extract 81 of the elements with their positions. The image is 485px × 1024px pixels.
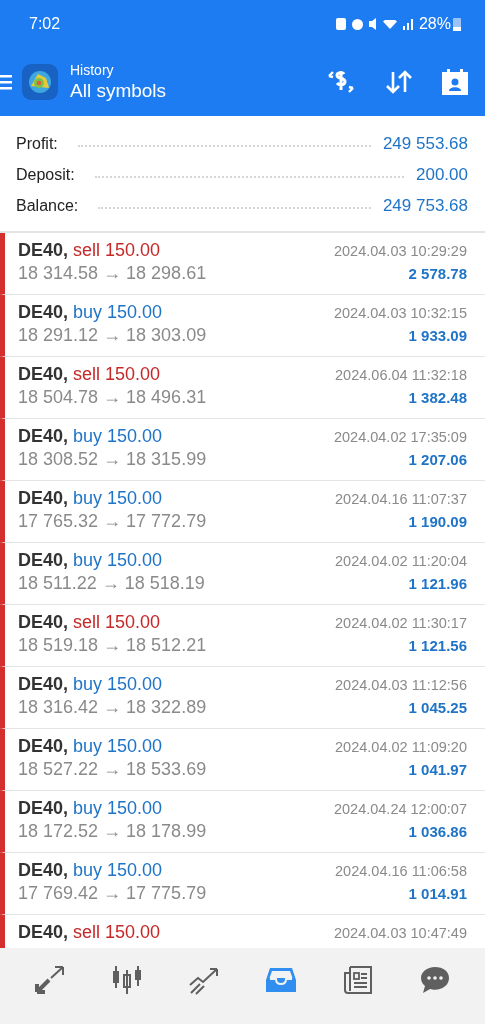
deal-action: sell 150.00 <box>73 364 161 384</box>
deal-action: buy 150.00 <box>73 426 163 446</box>
summary-value: 249 553.68 <box>382 133 468 154</box>
deal-time: 2024.04.02 11:30:17 <box>335 614 467 631</box>
deal-time: 2024.04.03 10:47:49 <box>333 924 467 941</box>
chat-bubble-icon[interactable] <box>419 966 450 994</box>
alarm-icon <box>351 18 363 30</box>
wifi-icon <box>382 19 397 29</box>
deal-prices: 18 172.52 → 18 178.99 <box>18 821 208 842</box>
deal-symbol: DE40, <box>18 488 69 508</box>
signal-icon <box>402 18 413 30</box>
app-logo-icon <box>22 64 58 100</box>
screen-subtitle: History <box>70 62 115 78</box>
deal-profit: 1 933.09 <box>407 327 467 344</box>
deal-symbol: DE40, <box>18 426 69 446</box>
deal-action: buy 150.00 <box>73 736 163 756</box>
deal-symbol: DE40, <box>18 674 69 694</box>
deal-profit: 1 014.91 <box>407 885 467 902</box>
deal-symbol: DE40, <box>18 612 69 632</box>
deal-action: buy 150.00 <box>73 798 163 818</box>
deal-time: 2024.04.24 12:00:07 <box>333 800 467 817</box>
deal-action: buy 150.00 <box>73 860 163 880</box>
summary-value: 249 753.68 <box>382 195 468 216</box>
inbox-tray-icon[interactable] <box>265 966 296 994</box>
menu-icon[interactable] <box>0 72 12 92</box>
newspaper-icon[interactable] <box>342 965 373 995</box>
summary-value: 200.00 <box>416 164 468 185</box>
deal-symbol: DE40, <box>18 302 69 322</box>
notification-icon <box>335 18 346 30</box>
deal-action: sell 150.00 <box>73 612 161 632</box>
deal-symbol: DE40, <box>18 798 69 818</box>
deal-profit: 1 382.48 <box>407 389 467 406</box>
deal-time: 2024.04.02 17:35:09 <box>333 428 467 445</box>
screen-title: All symbols <box>70 80 168 102</box>
deal-symbol: DE40, <box>18 364 69 384</box>
deal-symbol: DE40, <box>18 736 69 756</box>
deal-prices: 18 527.22 → 18 533.69 <box>18 759 208 780</box>
deal-prices: 17 765.32 → 17 772.79 <box>18 511 208 532</box>
mute-icon <box>368 18 377 30</box>
sort-icon[interactable] <box>385 69 413 95</box>
deal-prices: 18 308.52 → 18 315.99 <box>18 449 208 470</box>
battery-icon <box>453 17 461 31</box>
deal-profit: 1 041.97 <box>407 761 467 778</box>
deal-time: 2024.04.03 11:12:56 <box>335 676 467 693</box>
deal-time: 2024.04.03 10:29:29 <box>333 242 467 259</box>
deal-symbol: DE40, <box>18 922 69 942</box>
deal-time: 2024.04.02 11:09:20 <box>335 738 467 755</box>
deal-profit: 1 036.86 <box>407 823 467 840</box>
deal-symbol: DE40, <box>18 550 69 570</box>
deal-action: buy 150.00 <box>73 674 163 694</box>
battery-percent: 28% <box>418 15 451 33</box>
deal-prices: 17 769.42 → 17 775.79 <box>18 883 208 904</box>
deal-prices: 18 511.22 → 18 518.19 <box>18 573 206 594</box>
deal-prices: 18 316.42 → 18 322.89 <box>18 697 208 718</box>
deal-time: 2024.04.03 10:32:15 <box>333 304 467 321</box>
deal-action: sell 150.00 <box>73 240 161 260</box>
deal-prices: 18 504.78 → 18 496.31 <box>18 387 208 408</box>
deal-profit: 1 121.56 <box>407 637 467 654</box>
deal-prices: 18 291.12 → 18 303.09 <box>18 325 208 346</box>
deal-symbol: DE40, <box>18 860 69 880</box>
deal-time: 2024.06.04 11:32:18 <box>335 366 467 383</box>
summary-label: Deposit: <box>16 165 75 184</box>
deal-time: 2024.04.02 11:20:04 <box>335 552 467 569</box>
deal-action: buy 150.00 <box>73 550 163 570</box>
status-time: 7:02 <box>29 15 61 33</box>
deal-prices: 18 519.18 → 18 512.21 <box>18 635 208 656</box>
deal-action: sell 150.00 <box>73 922 161 942</box>
summary-label: Balance: <box>16 196 79 215</box>
deal-profit: 2 578.78 <box>407 265 467 282</box>
deal-profit: 1 121.96 <box>407 575 467 592</box>
deal-time: 2024.04.16 11:07:37 <box>335 490 467 507</box>
deal-profit: 1 207.06 <box>407 451 467 468</box>
deal-profit: 1 045.25 <box>407 699 467 716</box>
summary-label: Profit: <box>16 134 58 153</box>
deal-action: buy 150.00 <box>73 302 163 322</box>
calendar-icon[interactable] <box>441 68 469 96</box>
deal-symbol: DE40, <box>18 240 69 260</box>
deal-action: buy 150.00 <box>73 488 163 508</box>
deal-profit: 1 190.09 <box>407 513 467 530</box>
deal-time: 2024.04.16 11:06:58 <box>335 862 467 879</box>
deal-prices: 18 314.58 → 18 298.61 <box>18 263 208 284</box>
